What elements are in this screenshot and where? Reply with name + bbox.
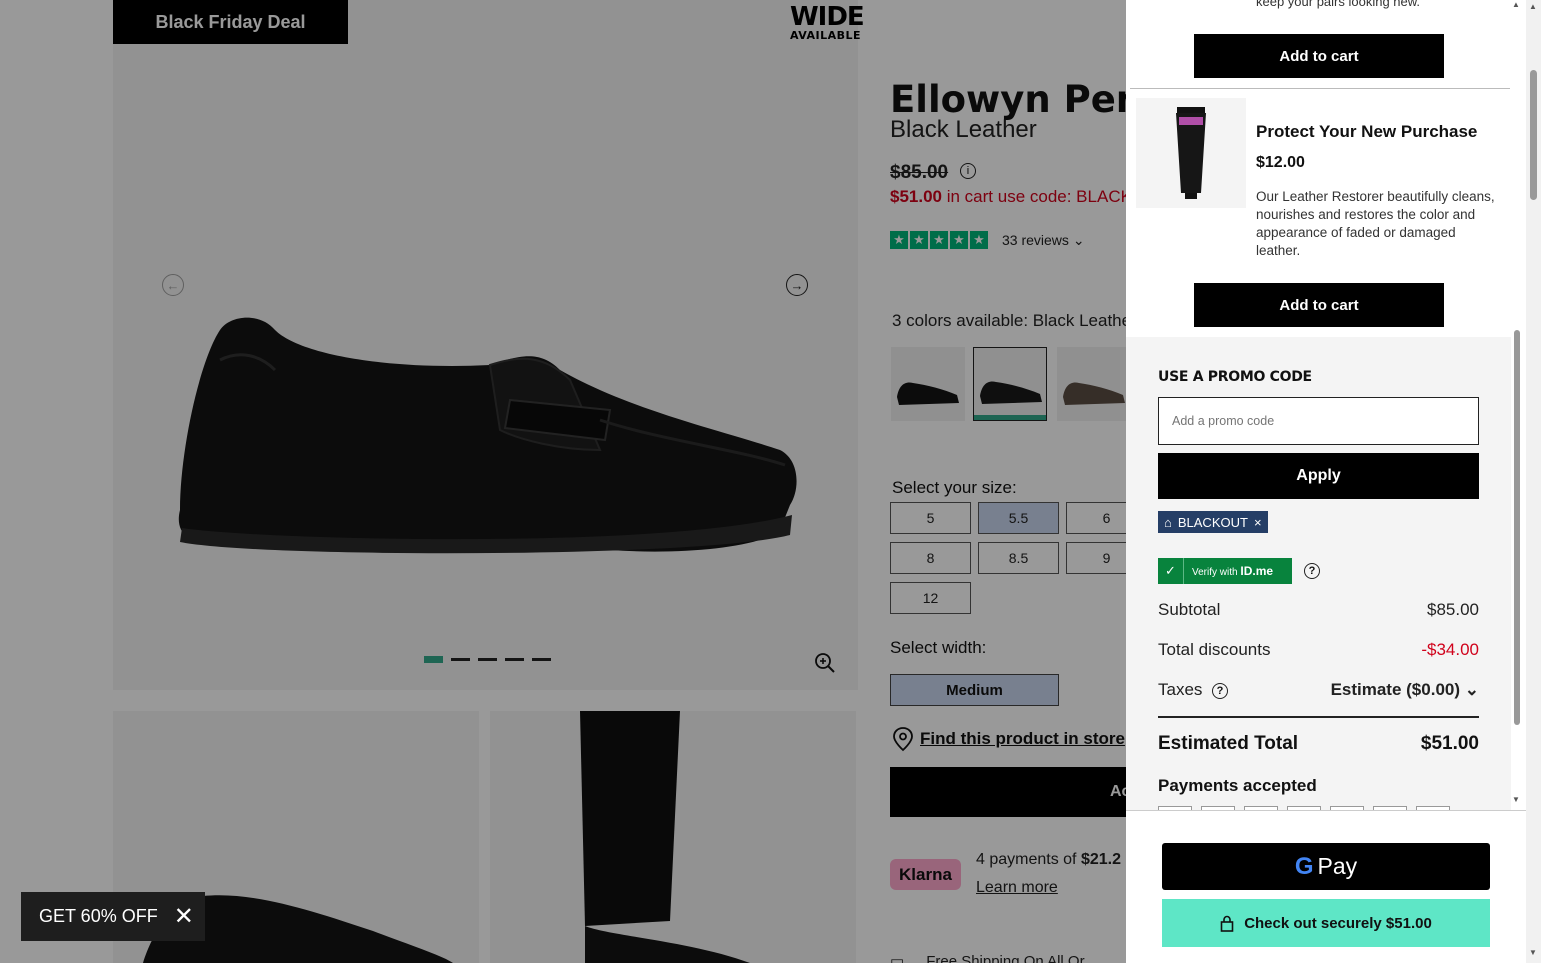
cart-drawer-content: keep your pairs looking new. Add to cart… xyxy=(1126,0,1526,810)
estimated-total-label: Estimated Total xyxy=(1158,733,1299,754)
summary-divider xyxy=(1158,716,1479,718)
close-icon[interactable]: ✕ xyxy=(174,904,194,929)
estimated-total-row: Estimated Total $51.00 xyxy=(1158,733,1479,755)
apply-promo-button[interactable]: Apply xyxy=(1158,453,1479,499)
scroll-down-arrow-icon[interactable]: ▼ xyxy=(1529,948,1537,957)
payments-accepted-label: Payments accepted xyxy=(1158,776,1317,795)
taxes-row: Taxes Estimate ($0.00) ⌄ xyxy=(1158,680,1479,700)
scroll-up-arrow-icon[interactable]: ▲ xyxy=(1512,0,1520,9)
chevron-down-icon: ⌄ xyxy=(1464,680,1479,699)
cart-drawer: keep your pairs looking new. Add to cart… xyxy=(1126,0,1526,963)
idme-brand: ID.me xyxy=(1240,564,1274,578)
leather-restorer-image xyxy=(1136,98,1246,208)
promo-heading: USE A PROMO CODE xyxy=(1158,369,1312,385)
google-pay-button[interactable]: G Pay xyxy=(1162,843,1490,890)
lock-icon xyxy=(1220,915,1234,932)
idme-prefix: Verify with xyxy=(1192,567,1238,578)
taxes-label: Taxes xyxy=(1158,680,1203,699)
discount-popup-label: GET 60% OFF xyxy=(39,906,158,926)
upsell-price: $12.00 xyxy=(1256,154,1305,171)
add-to-cart-button[interactable]: Add to cart xyxy=(1194,34,1444,78)
upsell-title: Protect Your New Purchase xyxy=(1256,122,1478,141)
divider xyxy=(1130,88,1510,89)
drawer-scrollbar[interactable] xyxy=(1514,330,1520,725)
taxes-value: Estimate ($0.00) xyxy=(1330,680,1461,699)
page-scrollbar-thumb[interactable] xyxy=(1530,70,1537,200)
modal-overlay[interactable] xyxy=(0,0,1126,963)
remove-promo-icon[interactable]: × xyxy=(1254,515,1262,530)
footer-divider xyxy=(1126,810,1526,811)
tag-icon: ⌂ xyxy=(1164,514,1172,530)
help-icon[interactable]: ? xyxy=(1304,563,1320,579)
subtotal-row: Subtotal $85.00 xyxy=(1158,600,1479,620)
checkout-button[interactable]: Check out securely $51.00 xyxy=(1162,899,1490,947)
checkout-label: Check out securely $51.00 xyxy=(1244,914,1432,932)
taxes-estimate-dropdown[interactable]: Estimate ($0.00) ⌄ xyxy=(1331,680,1479,700)
google-g-icon: G xyxy=(1294,852,1314,880)
check-circle-icon: ✓ xyxy=(1158,558,1184,584)
discount-row: Total discounts -$34.00 xyxy=(1158,640,1479,660)
applied-promo-chip: ⌂ BLACKOUT × xyxy=(1158,511,1268,533)
idme-label: Verify with ID.me xyxy=(1184,564,1273,578)
add-to-cart-button[interactable]: Add to cart xyxy=(1194,283,1444,327)
applied-promo-code: BLACKOUT xyxy=(1177,514,1248,530)
discount-value: -$34.00 xyxy=(1421,640,1479,659)
verify-idme-button[interactable]: ✓ Verify with ID.me xyxy=(1158,558,1292,584)
page-scrollbar[interactable]: ▲ ▼ xyxy=(1526,0,1541,963)
google-pay-label: Pay xyxy=(1317,853,1358,879)
upsell-description: Our Leather Restorer beautifully cleans,… xyxy=(1256,189,1495,258)
taxes-label-group: Taxes xyxy=(1158,680,1202,700)
estimated-total-value: $51.00 xyxy=(1420,733,1479,754)
scroll-up-arrow-icon[interactable]: ▲ xyxy=(1529,2,1537,11)
subtotal-value: $85.00 xyxy=(1427,600,1479,619)
subtotal-label: Subtotal xyxy=(1158,600,1221,619)
promo-code-input[interactable] xyxy=(1158,397,1479,445)
taxes-help-icon[interactable]: ? xyxy=(1212,683,1228,699)
scroll-down-arrow-icon[interactable]: ▼ xyxy=(1512,795,1520,804)
discount-popup[interactable]: GET 60% OFF ✕ xyxy=(21,892,205,941)
discount-label: Total discounts xyxy=(1158,640,1271,659)
upsell-description-partial: keep your pairs looking new. xyxy=(1256,0,1421,9)
